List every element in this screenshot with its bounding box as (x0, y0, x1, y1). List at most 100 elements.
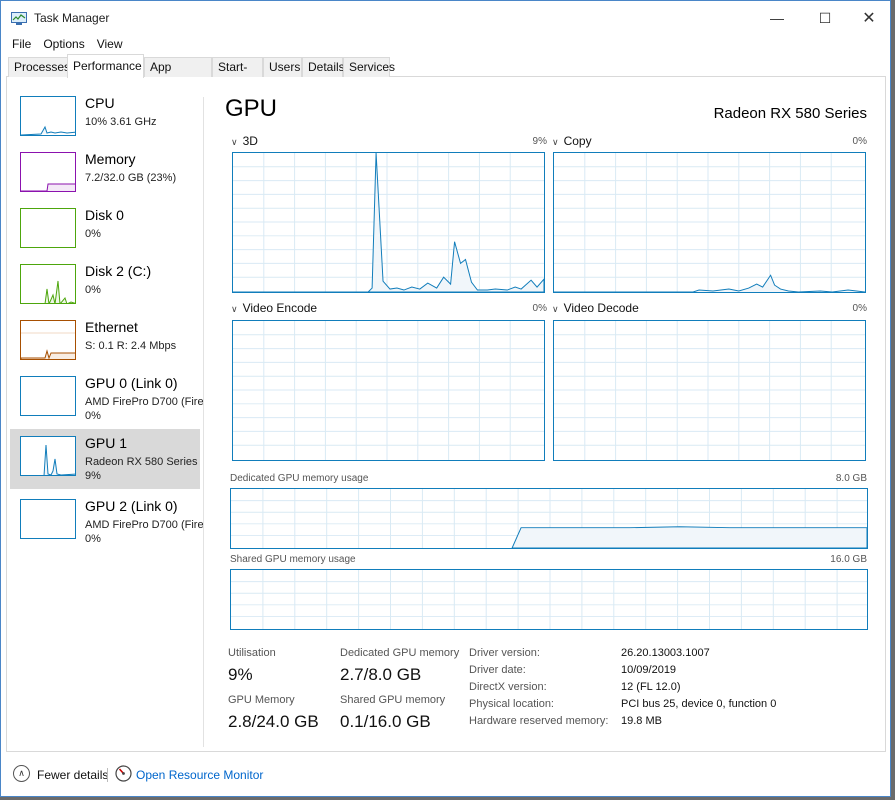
footer-bar: ∧ Fewer details Open Resource Monitor (1, 761, 890, 789)
window-title: Task Manager (34, 11, 110, 25)
graph-copy (553, 152, 866, 293)
minimize-button[interactable]: — (754, 1, 800, 35)
sidebar-item-name: Disk 2 (C:) (85, 263, 152, 279)
dedicated-memory-stat-label: Dedicated GPU memory (340, 647, 460, 659)
footer-divider (107, 768, 108, 782)
cpu-thumbnail-graph (20, 96, 76, 136)
sidebar-item-gpu-1[interactable]: GPU 1 Radeon RX 580 Series 9% (10, 429, 200, 489)
sidebar-item-detail: 10% 3.61 GHz (85, 116, 157, 128)
chevron-up-icon[interactable]: ∧ (13, 765, 30, 782)
sidebar-item-gpu-2[interactable]: GPU 2 (Link 0) AMD FirePro D700 (FireG 0… (10, 492, 204, 552)
sidebar-item-name: Memory (85, 151, 136, 167)
engine-percent: 0% (532, 303, 547, 314)
directx-version-value: 12 (FL 12.0) (621, 681, 681, 693)
memory-thumbnail-graph (20, 152, 76, 192)
close-button[interactable]: ✕ (846, 1, 892, 35)
engine-name: Copy (563, 134, 592, 148)
tab-users[interactable]: Users (263, 57, 302, 77)
menu-view[interactable]: View (91, 35, 129, 53)
sidebar-item-usage: 9% (85, 470, 101, 482)
shared-memory-max: 16.0 GB (830, 554, 867, 565)
gpu-1-thumbnail-graph (20, 436, 76, 476)
engine-selector-3d[interactable]: ∨ 3D (231, 134, 258, 148)
graph-3d (232, 152, 545, 293)
utilisation-label: Utilisation (228, 647, 276, 659)
sidebar-item-memory[interactable]: Memory 7.2/32.0 GB (23%) (10, 145, 200, 205)
gpu-memory-label: GPU Memory (228, 694, 295, 706)
menu-bar: File Options View (6, 35, 129, 53)
engine-name: 3D (242, 134, 258, 148)
menu-options[interactable]: Options (37, 35, 90, 53)
tab-bar: Processes Performance App history Start-… (6, 54, 886, 92)
chevron-down-icon: ∨ (231, 137, 238, 147)
chevron-down-icon: ∨ (231, 304, 238, 314)
utilisation-value: 9% (228, 665, 253, 684)
sidebar-item-name: Ethernet (85, 319, 138, 335)
driver-version-label: Driver version: (469, 647, 540, 659)
graph-video-encode (232, 320, 545, 461)
physical-location-value: PCI bus 25, device 0, function 0 (621, 698, 777, 710)
sidebar-divider (203, 97, 204, 747)
graph-video-decode (553, 320, 866, 461)
fewer-details-button[interactable]: Fewer details (37, 768, 108, 782)
dedicated-memory-stat-value: 2.7/8.0 GB (340, 665, 422, 684)
sidebar-item-detail: 7.2/32.0 GB (23%) (85, 172, 177, 184)
graph-shared-memory (230, 569, 868, 630)
sidebar-item-name: Disk 0 (85, 207, 124, 223)
sidebar-item-usage: 0% (85, 410, 101, 422)
gpu-memory-value: 2.8/24.0 GB (228, 712, 319, 731)
sidebar-item-detail: S: 0.1 R: 2.4 Mbps (85, 340, 177, 352)
disk-0-thumbnail-graph (20, 208, 76, 248)
sidebar-item-disk-2[interactable]: Disk 2 (C:) 0% (10, 257, 200, 317)
directx-version-label: DirectX version: (469, 681, 547, 693)
tab-details[interactable]: Details (302, 57, 345, 77)
tab-start-up[interactable]: Start-up (212, 57, 263, 92)
ethernet-thumbnail-graph (20, 320, 76, 360)
resource-sidebar: CPU 10% 3.61 GHz Memory 7.2/32.0 GB (23%… (10, 89, 206, 749)
engine-selector-video-decode[interactable]: ∨ Video Decode (552, 301, 639, 315)
engine-selector-copy[interactable]: ∨ Copy (552, 134, 592, 148)
dedicated-memory-label: Dedicated GPU memory usage (230, 473, 369, 484)
tab-app-history[interactable]: App history (144, 57, 212, 92)
sidebar-item-detail: AMD FirePro D700 (FireG (85, 396, 204, 408)
gpu-0-thumbnail-graph (20, 376, 76, 416)
tab-performance[interactable]: Performance (67, 54, 144, 78)
driver-date-value: 10/09/2019 (621, 664, 677, 676)
engine-percent: 9% (532, 136, 547, 147)
sidebar-item-disk-0[interactable]: Disk 0 0% (10, 201, 200, 261)
maximize-button[interactable]: ☐ (802, 1, 848, 35)
gpu-2-thumbnail-graph (20, 499, 76, 539)
engine-name: Video Encode (242, 301, 318, 315)
engine-name: Video Decode (563, 301, 639, 315)
sidebar-item-cpu[interactable]: CPU 10% 3.61 GHz (10, 89, 200, 149)
engine-selector-video-encode[interactable]: ∨ Video Encode (231, 301, 317, 315)
sidebar-item-detail: 0% (85, 228, 101, 240)
sidebar-item-gpu-0[interactable]: GPU 0 (Link 0) AMD FirePro D700 (FireG 0… (10, 369, 204, 429)
sidebar-item-usage: 0% (85, 533, 101, 545)
page-title: GPU (225, 95, 278, 122)
resource-monitor-icon[interactable] (115, 765, 132, 782)
sidebar-item-detail: 0% (85, 284, 101, 296)
dedicated-memory-max: 8.0 GB (835, 473, 867, 484)
chevron-down-icon: ∨ (552, 304, 559, 314)
driver-date-label: Driver date: (469, 664, 526, 676)
title-bar[interactable]: Task Manager — ☐ ✕ (1, 1, 890, 35)
hardware-reserved-memory-label: Hardware reserved memory: (469, 715, 609, 727)
shared-memory-stat-label: Shared GPU memory (340, 694, 446, 706)
sidebar-item-detail: AMD FirePro D700 (FireG (85, 519, 204, 531)
tab-services[interactable]: Services (343, 57, 395, 77)
engine-percent: 0% (852, 303, 867, 314)
shared-memory-label: Shared GPU memory usage (230, 554, 356, 565)
tab-processes[interactable]: Processes (8, 57, 70, 77)
engine-percent: 0% (852, 136, 867, 147)
menu-file[interactable]: File (6, 35, 37, 53)
sidebar-item-ethernet[interactable]: Ethernet S: 0.1 R: 2.4 Mbps (10, 313, 200, 373)
task-manager-window: Task Manager — ☐ ✕ File Options View Pro… (0, 0, 891, 797)
sidebar-item-detail: Radeon RX 580 Series (85, 456, 198, 468)
physical-location-label: Physical location: (469, 698, 554, 710)
task-manager-app-icon (11, 12, 27, 25)
graph-dedicated-memory (230, 488, 868, 549)
shared-memory-stat-value: 0.1/16.0 GB (340, 712, 431, 731)
open-resource-monitor-link[interactable]: Open Resource Monitor (136, 768, 263, 782)
sidebar-item-name: GPU 0 (Link 0) (85, 375, 178, 391)
